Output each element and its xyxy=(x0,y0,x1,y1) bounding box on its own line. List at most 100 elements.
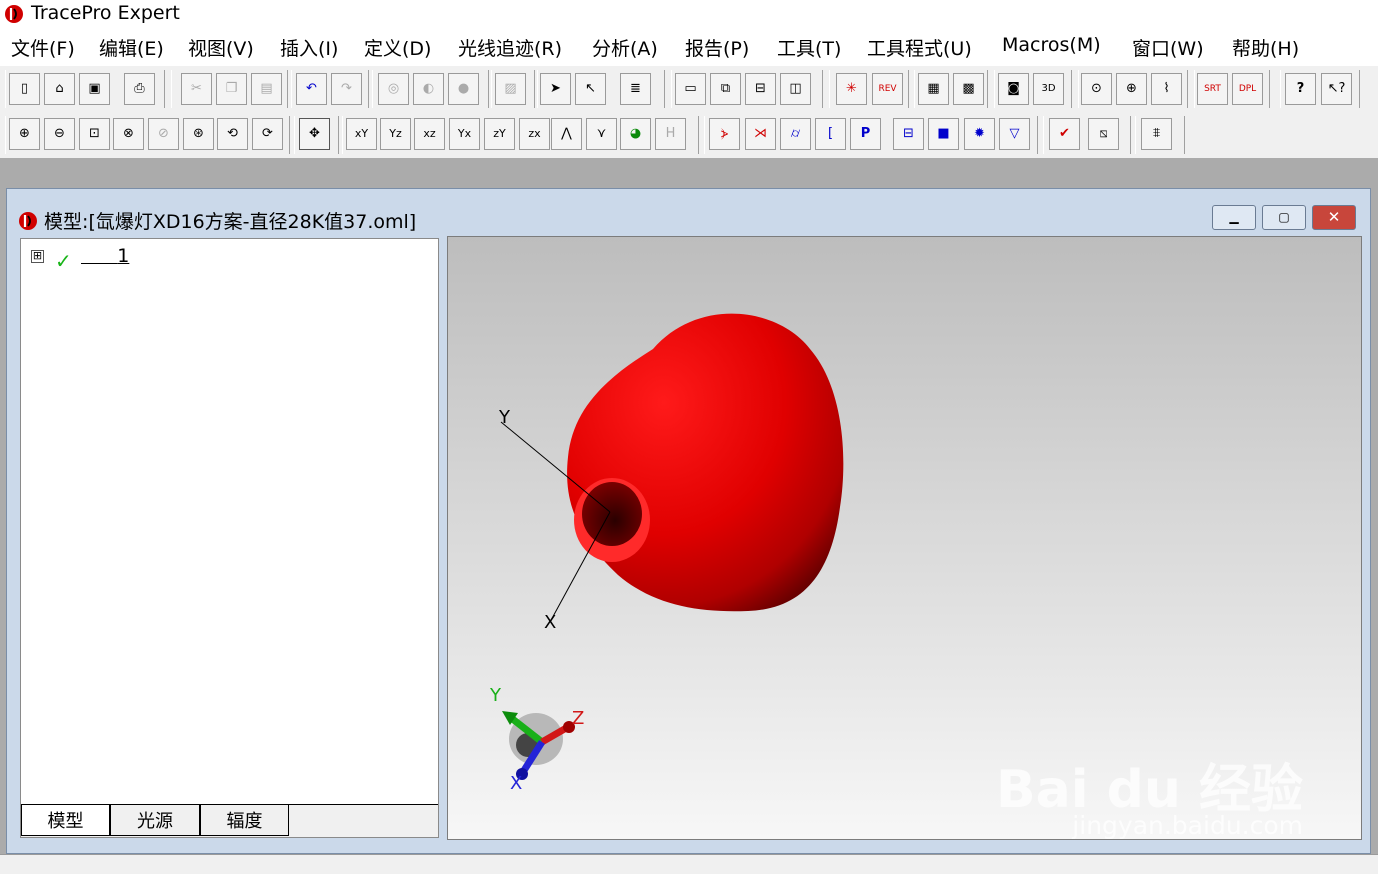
menu-utilities[interactable]: 工具程式(U) xyxy=(867,34,972,61)
boolean-intersect-icon[interactable]: ● xyxy=(448,73,479,105)
notes-icon[interactable]: ≣ xyxy=(620,73,651,105)
grid-map-icon[interactable]: ▦ xyxy=(918,73,949,105)
view-xy-icon[interactable]: xY xyxy=(346,118,377,150)
close-button[interactable]: ✕ xyxy=(1312,205,1356,230)
minimize-button[interactable]: ▁ xyxy=(1212,205,1256,230)
reflector-model[interactable] xyxy=(567,313,844,612)
new-file-icon[interactable]: ▯ xyxy=(9,73,40,105)
mirror-icon[interactable]: ⌭ xyxy=(780,118,811,150)
menu-analysis[interactable]: 分析(A) xyxy=(592,34,658,61)
menu-file[interactable]: 文件(F) xyxy=(11,34,75,61)
window-cascade-icon[interactable]: ⧉ xyxy=(710,73,741,105)
zoom-previous-icon[interactable]: ⊛ xyxy=(183,118,214,150)
menu-define[interactable]: 定义(D) xyxy=(364,34,431,61)
dot-icon[interactable]: ✹ xyxy=(964,118,995,150)
view-zx-icon[interactable]: zx xyxy=(519,118,550,150)
boolean-subtract-icon[interactable]: ◐ xyxy=(413,73,444,105)
watermark-url: jingyan.baidu.com xyxy=(1072,811,1303,840)
document-logo-icon xyxy=(19,212,37,230)
open-folder-icon[interactable]: ⌂ xyxy=(44,73,75,105)
trace-rev-icon[interactable]: REV xyxy=(872,73,903,105)
color-map-icon[interactable]: ▩ xyxy=(953,73,984,105)
tab-model[interactable]: 模型 xyxy=(21,805,110,836)
menu-macros[interactable]: Macros(M) xyxy=(1002,34,1101,56)
undo-icon[interactable]: ↶ xyxy=(296,73,327,105)
menu-window[interactable]: 窗口(W) xyxy=(1132,34,1204,61)
boolean-union-icon[interactable]: ◎ xyxy=(378,73,409,105)
paste-icon[interactable]: ▤ xyxy=(251,73,282,105)
cut-icon[interactable]: ✂ xyxy=(181,73,212,105)
lens-icon[interactable]: ⦔ xyxy=(709,118,740,150)
dpl-icon[interactable]: DPL xyxy=(1232,73,1263,105)
window-single-icon[interactable]: ▭ xyxy=(675,73,706,105)
reflector-hole xyxy=(582,482,642,546)
print-icon[interactable]: ⎙ xyxy=(124,73,155,105)
thin-sheet-icon[interactable]: ⊟ xyxy=(893,118,924,150)
menu-raytrace[interactable]: 光线追迹(R) xyxy=(458,34,562,61)
save-icon[interactable]: ▣ xyxy=(79,73,110,105)
menu-help[interactable]: 帮助(H) xyxy=(1232,34,1299,61)
block-icon[interactable]: ■ xyxy=(928,118,959,150)
srt-icon[interactable]: SRT xyxy=(1197,73,1228,105)
check-icon[interactable]: ✔ xyxy=(1049,118,1080,150)
menu-view[interactable]: 视图(V) xyxy=(188,34,254,61)
window-tile-v-icon[interactable]: ◫ xyxy=(780,73,811,105)
app-title: TracePro Expert xyxy=(31,2,180,24)
tab-irradiance[interactable]: 辐度 xyxy=(200,805,289,836)
app-logo-icon xyxy=(5,5,23,23)
redo-icon[interactable]: ↷ xyxy=(331,73,362,105)
view-iso2-icon[interactable]: ⋎ xyxy=(586,118,617,150)
zoom-out-icon[interactable]: ⊖ xyxy=(44,118,75,150)
rotate-y-icon[interactable]: ⟳ xyxy=(252,118,283,150)
menu-tools[interactable]: 工具(T) xyxy=(777,34,841,61)
cone-icon[interactable]: ▽ xyxy=(999,118,1030,150)
prism-icon[interactable]: P xyxy=(850,118,881,150)
copy-icon[interactable]: ❐ xyxy=(216,73,247,105)
trace-rays-icon[interactable]: ✳ xyxy=(836,73,867,105)
context-help-icon[interactable]: ↖? xyxy=(1321,73,1352,105)
view-xz-icon[interactable]: xz xyxy=(414,118,445,150)
triad-z-label: Z xyxy=(572,708,584,729)
zoom-window-icon[interactable]: ⊡ xyxy=(79,118,110,150)
3d-viewport[interactable]: Y X Y Z X Bai du 经验 jingyan.baidu.com xyxy=(447,236,1362,840)
view-zy-icon[interactable]: zY xyxy=(484,118,515,150)
3d-map-icon[interactable]: 3D xyxy=(1033,73,1064,105)
rotate-x-icon[interactable]: ⟲ xyxy=(217,118,248,150)
ruler-icon[interactable]: ⧅ xyxy=(1088,118,1119,150)
irradiance-icon[interactable]: ◙ xyxy=(998,73,1029,105)
axis-y-label: Y xyxy=(498,407,511,428)
menu-edit[interactable]: 编辑(E) xyxy=(99,34,164,61)
surface-normal-icon[interactable]: ⩨ xyxy=(1141,118,1172,150)
restore-button[interactable]: ▢ xyxy=(1262,205,1306,230)
render-icon[interactable]: ◕ xyxy=(620,118,651,150)
sphere-icon[interactable]: ⊕ xyxy=(1116,73,1147,105)
bracket-icon[interactable]: [ xyxy=(815,118,846,150)
check-icon[interactable]: ✓ xyxy=(55,249,72,273)
tab-source[interactable]: 光源 xyxy=(110,805,200,836)
menu-insert[interactable]: 插入(I) xyxy=(280,34,338,61)
help-icon[interactable]: ? xyxy=(1285,73,1316,105)
window-tile-h-icon[interactable]: ⊟ xyxy=(745,73,776,105)
sweep-icon[interactable]: ▨ xyxy=(495,73,526,105)
zoom-selection-icon[interactable]: ⊘ xyxy=(148,118,179,150)
view-yz-icon[interactable]: Yz xyxy=(380,118,411,150)
view-yx-icon[interactable]: Yx xyxy=(449,118,480,150)
pan-icon[interactable]: ✥ xyxy=(299,118,330,150)
zoom-all-icon[interactable]: ⊗ xyxy=(113,118,144,150)
menu-report[interactable]: 报告(P) xyxy=(685,34,749,61)
zoom-in-icon[interactable]: ⊕ xyxy=(9,118,40,150)
axis-x-label: X xyxy=(544,612,556,633)
select-surface-icon[interactable]: ↖ xyxy=(575,73,606,105)
select-arrow-icon[interactable]: ➤ xyxy=(540,73,571,105)
edges-icon[interactable]: H xyxy=(655,118,686,150)
view-iso-icon[interactable]: ⋀ xyxy=(551,118,582,150)
chart-icon[interactable]: ⌇ xyxy=(1151,73,1182,105)
menu-bar: 文件(F) 编辑(E) 视图(V) 插入(I) 定义(D) 光线追迹(R) 分析… xyxy=(0,28,1378,66)
document-title: 模型:[氙爆灯XD16方案-直径28K值37.oml] xyxy=(18,207,416,234)
source-icon[interactable]: ⊙ xyxy=(1081,73,1112,105)
aperture-icon[interactable]: ⋊ xyxy=(745,118,776,150)
title-bar: TracePro Expert xyxy=(0,0,1378,28)
expand-icon[interactable]: ⊞ xyxy=(31,250,44,263)
tree-item[interactable]: 1 xyxy=(81,245,129,267)
toolbar-view: ⊕ ⊖ ⊡ ⊗ ⊘ ⊛ ⟲ ⟳ ✥ xY Yz xz Yx zY zx ⋀ ⋎ … xyxy=(0,112,1378,158)
